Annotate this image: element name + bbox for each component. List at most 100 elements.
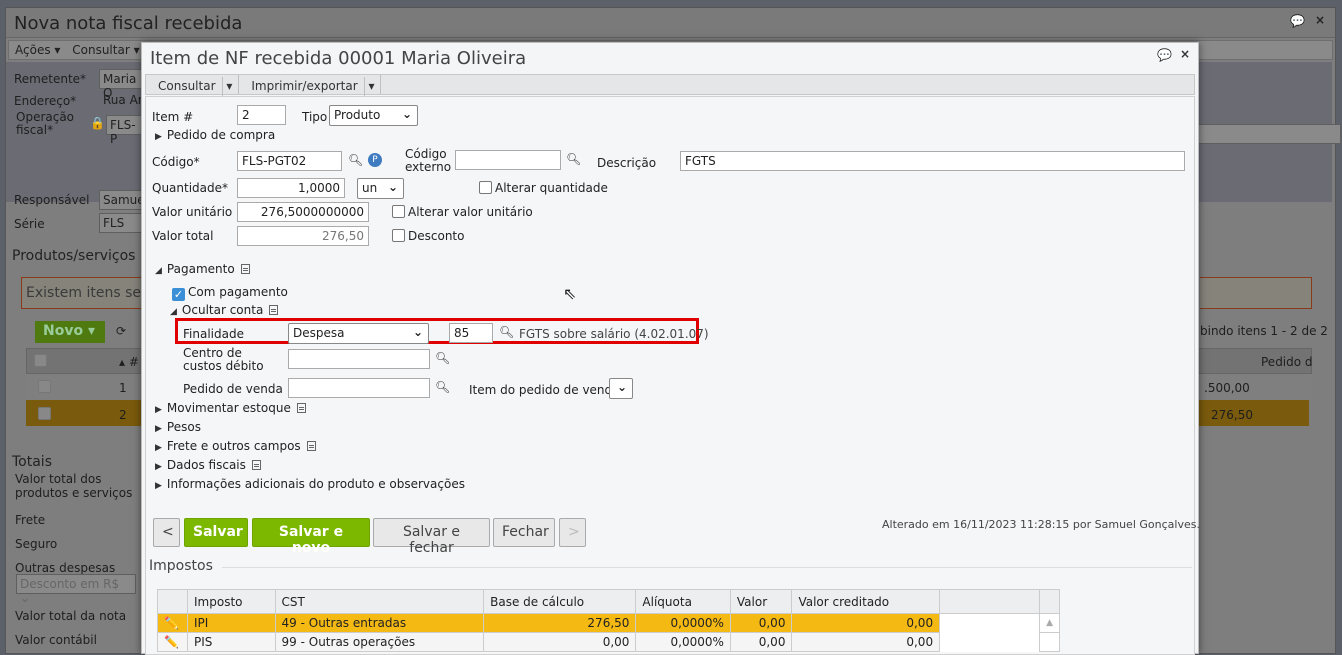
operacao-input[interactable]: FLS-P xyxy=(106,115,144,146)
valor-unitario-input[interactable]: 276,5000000000 xyxy=(237,202,369,222)
section-movimentar-estoque[interactable]: ▶ Movimentar estoque xyxy=(155,401,306,415)
remetente-label: Remetente* xyxy=(14,72,87,86)
novo-button[interactable]: Novo ▾ xyxy=(35,321,105,343)
col-imposto: Imposto xyxy=(187,589,276,614)
section-pesos[interactable]: ▶ Pesos xyxy=(155,420,201,434)
operacao-desc xyxy=(1196,124,1341,144)
window-title: Nova nota fiscal recebida xyxy=(6,8,1335,38)
remetente-input[interactable]: Maria O xyxy=(99,69,144,100)
prev-button[interactable]: < xyxy=(153,518,180,547)
item-dialog: Item de NF recebida 00001 Maria Oliveira… xyxy=(141,42,1200,655)
valor-total-input: 276,50 xyxy=(237,226,369,246)
edit-icon[interactable]: ✏️ xyxy=(157,613,188,633)
totais-label: Valor total dos produtos e serviços xyxy=(15,472,133,500)
col-pedido: Pedido d xyxy=(1261,355,1313,369)
section-frete[interactable]: ▶ Frete e outros campos xyxy=(155,439,316,453)
row-checkbox[interactable] xyxy=(38,380,51,393)
col-cst: CST xyxy=(274,589,485,614)
endereco-label: Endereço* xyxy=(14,94,77,108)
codigo-externo-input[interactable] xyxy=(455,150,561,170)
next-button[interactable]: > xyxy=(559,518,586,547)
finalidade-label: Finalidade xyxy=(183,327,244,341)
tipo-select[interactable]: Produto ⌄ xyxy=(329,105,418,126)
alterar-quantidade-checkbox[interactable]: Alterar quantidade xyxy=(479,181,608,195)
note-icon xyxy=(269,305,279,315)
descricao-input[interactable]: FGTS xyxy=(680,151,1185,171)
pagamento-toggle[interactable]: ◢ Pagamento xyxy=(155,262,250,276)
fechar-button[interactable]: Fechar xyxy=(493,518,555,547)
codigo-label: Código* xyxy=(152,155,200,169)
refresh-icon[interactable]: ⟳ xyxy=(116,324,126,338)
descricao-label: Descrição xyxy=(597,156,657,170)
dialog-body: Item # 2 Tipo Produto ⌄ ▶ Pedido de compra… xyxy=(145,96,1200,655)
note-icon xyxy=(240,264,250,274)
totais-label: Outras despesas xyxy=(15,561,116,575)
desconto-select[interactable]: Desconto em R$ ⌄ xyxy=(16,574,136,605)
col-valor-creditado: Valor creditado xyxy=(791,589,941,614)
centro-custos-label: Centro de custos débito xyxy=(183,346,264,373)
centro-custos-input[interactable] xyxy=(288,349,430,369)
conta-input[interactable]: 85 xyxy=(449,323,493,343)
section-info-adicionais[interactable]: ▶ Informações adicionais do produto e obs… xyxy=(155,477,465,491)
comment-icon[interactable]: 💬 xyxy=(1157,48,1172,62)
consultar-menu[interactable]: Consultar ▾ xyxy=(146,75,240,96)
totais-label: Seguro xyxy=(15,537,58,551)
close-icon[interactable]: × xyxy=(1180,47,1190,61)
col-aliquota: Alíquota xyxy=(635,589,731,614)
section-dados-fiscais[interactable]: ▶ Dados fiscais xyxy=(155,458,261,472)
lock-icon: 🔒 xyxy=(90,116,105,130)
select-all-checkbox[interactable] xyxy=(34,354,47,367)
salvar-fechar-button[interactable]: Salvar e fechar xyxy=(373,518,490,556)
ocultar-conta-toggle[interactable]: ◢ Ocultar conta xyxy=(170,303,279,317)
codigo-input[interactable]: FLS-PGT02 xyxy=(237,151,342,171)
item-pedido-venda-label: Item do pedido de venda xyxy=(469,383,620,397)
imprimir-menu[interactable]: Imprimir/exportar ▾ xyxy=(239,75,382,96)
responsavel-input[interactable]: Samuel xyxy=(99,190,148,210)
com-pagamento-checkbox[interactable]: ✓ Com pagamento xyxy=(172,285,288,301)
totais-label: Valor contábil xyxy=(15,633,97,647)
serie-input[interactable]: FLS xyxy=(99,213,144,233)
consultar-menu[interactable]: Consultar ▾ xyxy=(72,43,139,57)
unidade-select[interactable]: un ⌄ xyxy=(357,178,404,199)
totais-title: Totais xyxy=(12,454,52,470)
edit-icon[interactable]: ✏️ xyxy=(157,632,188,652)
operacao-label: Operação fiscal* xyxy=(16,110,75,137)
search-icon[interactable]: 🔍︎ xyxy=(566,152,581,166)
impostos-title: Impostos xyxy=(149,558,213,574)
comment-icon[interactable]: 💬 xyxy=(1290,14,1305,28)
alterar-valor-unitario-checkbox[interactable]: Alterar valor unitário xyxy=(392,205,533,219)
search-icon[interactable]: 🔍︎ xyxy=(435,380,450,394)
desconto-checkbox[interactable]: Desconto xyxy=(392,229,464,243)
produtos-title: Produtos/serviços xyxy=(12,248,136,264)
codigo-externo-label: Código externo xyxy=(405,147,452,174)
alterado-text: Alterado em 16/11/2023 11:28:15 por Samu… xyxy=(882,518,1200,531)
responsavel-label: Responsável xyxy=(14,193,90,207)
search-icon[interactable]: 🔍︎ xyxy=(348,153,363,167)
table-row[interactable]: ✏️ IPI 49 - Outras entradas 276,50 0,0000%… xyxy=(157,613,1060,633)
totais-label: Valor total da nota xyxy=(15,609,127,623)
search-icon[interactable]: 🔍︎ xyxy=(499,325,514,339)
item-pedido-venda-select[interactable]: ⌄ xyxy=(609,378,633,399)
scroll-up[interactable]: ▲ xyxy=(1039,613,1060,633)
quantidade-input[interactable]: 1,0000 xyxy=(237,178,345,198)
salvar-button[interactable]: Salvar xyxy=(184,518,248,547)
row-checkbox[interactable] xyxy=(38,407,51,420)
endereco-value: Rua An xyxy=(103,93,146,107)
warning-banner: Existem itens sem xyxy=(21,277,151,309)
search-icon[interactable]: 🔍︎ xyxy=(435,351,450,365)
finalidade-select[interactable]: Despesa ⌄ xyxy=(288,323,429,344)
pedido-venda-input[interactable] xyxy=(288,378,430,398)
item-label: Item # xyxy=(152,110,194,124)
quantidade-label: Quantidade* xyxy=(152,181,229,195)
salvar-novo-button[interactable]: Salvar e novo xyxy=(252,518,370,556)
close-icon[interactable]: × xyxy=(1315,13,1325,27)
acoes-menu[interactable]: Ações ▾ xyxy=(15,43,60,57)
info-icon[interactable]: P xyxy=(368,153,382,167)
conta-description: FGTS sobre salário (4.02.01.07) xyxy=(519,327,709,341)
table-row[interactable]: ✏️ PIS 99 - Outras operações 0,00 0,0000% … xyxy=(157,632,1060,652)
col-base: Base de cálculo xyxy=(483,589,637,614)
item-input[interactable]: 2 xyxy=(237,105,286,125)
mouse-cursor: ⇖ xyxy=(563,284,577,303)
pedido-compra-toggle[interactable]: ▶ Pedido de compra xyxy=(155,128,275,142)
tipo-label: Tipo xyxy=(302,110,328,124)
